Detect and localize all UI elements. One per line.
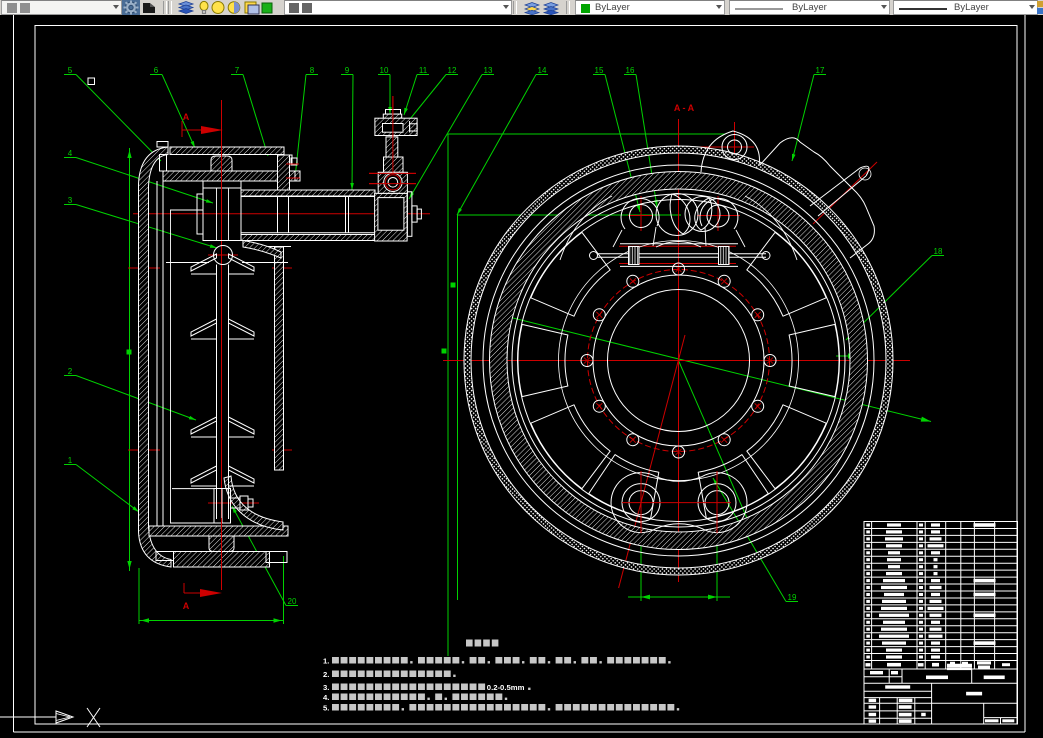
svg-text:9: 9 xyxy=(345,66,350,75)
svg-text:6: 6 xyxy=(154,66,159,75)
svg-text:1: 1 xyxy=(68,456,73,465)
svg-text:19: 19 xyxy=(788,593,797,602)
svg-text:0.2-0.5mm: 0.2-0.5mm xyxy=(487,683,525,692)
svg-text:A: A xyxy=(183,601,190,611)
svg-text:12: 12 xyxy=(448,66,457,75)
svg-text:2: 2 xyxy=(68,367,73,376)
svg-text:17: 17 xyxy=(816,66,825,75)
svg-text:15: 15 xyxy=(595,66,604,75)
svg-text:16: 16 xyxy=(626,66,635,75)
svg-text:3: 3 xyxy=(68,196,73,205)
svg-text:7: 7 xyxy=(235,66,240,75)
svg-text:4: 4 xyxy=(68,149,73,158)
svg-text:A - A: A - A xyxy=(674,103,695,113)
svg-text:1.: 1. xyxy=(323,657,329,666)
svg-text:4.: 4. xyxy=(323,693,329,702)
svg-text:2.: 2. xyxy=(323,670,329,679)
svg-text:18: 18 xyxy=(934,247,943,256)
svg-text:3.: 3. xyxy=(323,683,329,692)
svg-text:14: 14 xyxy=(538,66,547,75)
svg-text:20: 20 xyxy=(288,597,297,606)
svg-text:A: A xyxy=(183,112,190,122)
svg-text:13: 13 xyxy=(484,66,493,75)
svg-text:5.: 5. xyxy=(323,704,329,713)
svg-text:11: 11 xyxy=(419,66,428,75)
svg-text:10: 10 xyxy=(380,66,389,75)
svg-text:8: 8 xyxy=(310,66,315,75)
svg-text:5: 5 xyxy=(68,66,73,75)
